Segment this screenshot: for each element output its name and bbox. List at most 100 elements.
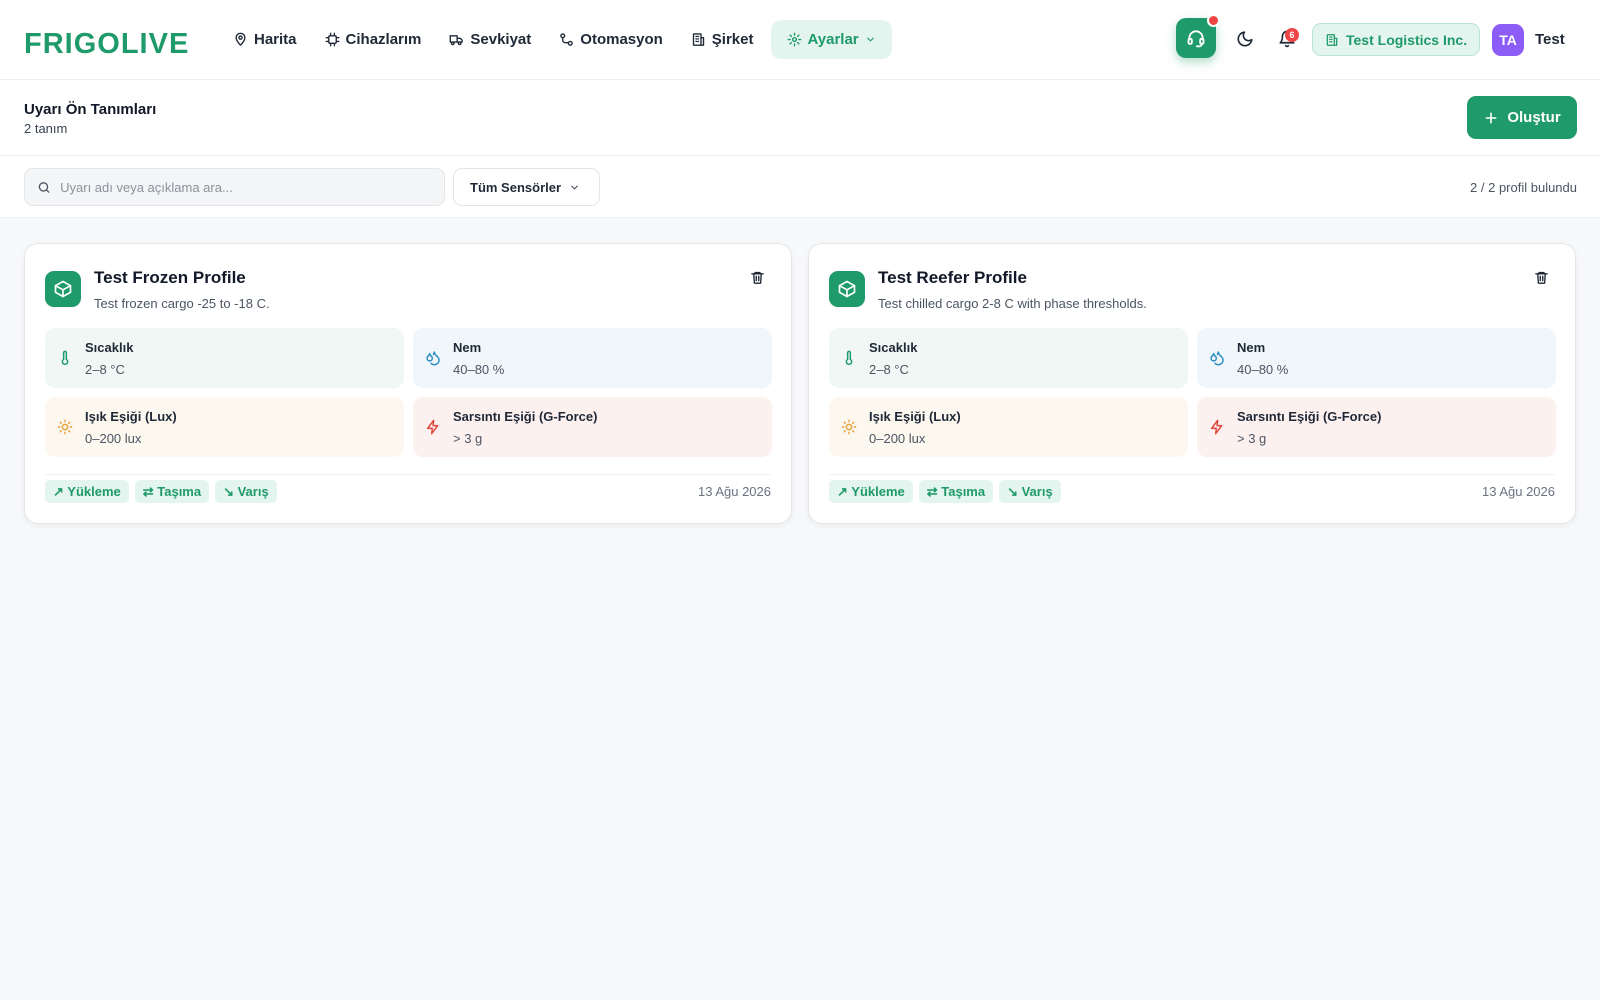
nav-label: Harita [254, 31, 297, 48]
plus-icon [1485, 112, 1497, 123]
nav-label: Cihazlarım [345, 31, 422, 48]
card-title: Test Reefer Profile [878, 268, 1027, 287]
nav-item-harita[interactable]: Harita [222, 20, 308, 59]
metric-value: 40–80 % [453, 362, 505, 377]
result-count: 2 / 2 profil bulundu [1470, 180, 1577, 195]
metric-label: Nem [453, 340, 482, 355]
create-button-label: Oluştur [1507, 109, 1561, 126]
sun-icon [57, 419, 73, 435]
search-input[interactable] [60, 179, 432, 195]
notification-badge: 6 [1285, 28, 1299, 42]
package-icon [45, 271, 81, 307]
nav-label: Otomasyon [580, 31, 663, 48]
nav-item-sirket[interactable]: Şirket [680, 20, 765, 59]
metric-tile-temperature: Sıcaklık 2–8 °C [829, 328, 1188, 388]
metric-label: Işık Eşiği (Lux) [85, 409, 177, 424]
droplets-icon [1210, 351, 1224, 366]
zap-icon [1210, 419, 1223, 435]
card-date: 13 Ağu 2026 [1481, 484, 1555, 499]
metric-value: > 3 g [453, 431, 483, 446]
metric-label: Işık Eşiği (Lux) [869, 409, 961, 424]
phase-tags: ↗ Yükleme ⇄ Taşıma ↘ Varış [45, 480, 277, 503]
card-description: Test frozen cargo -25 to -18 C. [94, 296, 270, 311]
metric-tile-temperature: Sıcaklık 2–8 °C [45, 328, 404, 388]
username[interactable]: Test [1535, 31, 1565, 48]
phase-tag-transit[interactable]: ⇄ Taşıma [918, 480, 994, 503]
profile-card[interactable]: Test Frozen Profile Test frozen cargo -2… [24, 243, 792, 524]
main-nav: Harita Cihazlarım Sevkiyat Otomasyon Şir… [222, 20, 892, 59]
phase-tag-arrival[interactable]: ↘ Varış [999, 480, 1061, 503]
frigolive-logo[interactable]: FRIGOLIVE [24, 22, 190, 58]
sensor-filter-select[interactable]: Tüm Sensörler [453, 168, 600, 206]
card-description: Test chilled cargo 2-8 C with phase thre… [878, 296, 1147, 311]
trash-icon[interactable] [1534, 270, 1549, 285]
chevron-down-icon [866, 37, 874, 42]
metric-value: 2–8 °C [869, 362, 909, 377]
zap-icon [426, 419, 439, 435]
metric-value: 40–80 % [1237, 362, 1289, 377]
metric-label: Nem [1237, 340, 1266, 355]
chevron-down-icon [571, 185, 578, 190]
gear-icon [787, 32, 801, 47]
metric-tile-shock: Sarsıntı Eşiği (G-Force) > 3 g [1197, 397, 1556, 457]
nav-item-ayarlar[interactable]: Ayarlar [770, 20, 892, 59]
nav-label: Sevkiyat [470, 31, 532, 48]
metric-label: Sıcaklık [869, 340, 918, 355]
chip-icon [325, 32, 339, 47]
metric-label: Sarsıntı Eşiği (G-Force) [453, 409, 598, 424]
metric-value: 2–8 °C [85, 362, 125, 377]
phase-tag-arrival[interactable]: ↘ Varış [215, 480, 277, 503]
thermometer-icon [61, 350, 69, 365]
moon-icon[interactable] [1236, 30, 1254, 48]
metric-tile-light: Işık Eşiği (Lux) 0–200 lux [45, 397, 404, 457]
workflow-icon [560, 33, 574, 46]
nav-item-sevkiyat[interactable]: Sevkiyat [438, 20, 542, 59]
svg-text:FRIGOLIVE: FRIGOLIVE [24, 28, 189, 58]
thermometer-icon [845, 350, 853, 365]
card-title: Test Frozen Profile [94, 268, 246, 287]
create-button[interactable]: Oluştur [1467, 96, 1577, 139]
phase-tag-transit[interactable]: ⇄ Taşıma [134, 480, 210, 503]
search-icon [38, 181, 50, 193]
filter-bar: Tüm Sensörler 2 / 2 profil bulundu [0, 156, 1600, 218]
trash-icon[interactable] [750, 270, 765, 285]
building-icon [1326, 33, 1338, 46]
droplets-icon [426, 351, 440, 366]
nav-item-otomasyon[interactable]: Otomasyon [548, 20, 674, 59]
map-pin-icon [235, 32, 246, 46]
support-indicator-dot [1207, 14, 1220, 27]
metric-label: Sıcaklık [85, 340, 134, 355]
card-divider [45, 474, 771, 475]
metric-tile-shock: Sarsıntı Eşiği (G-Force) > 3 g [413, 397, 772, 457]
card-divider [829, 474, 1555, 475]
sun-icon [841, 419, 857, 435]
metric-tile-humidity: Nem 40–80 % [1197, 328, 1556, 388]
metric-tile-humidity: Nem 40–80 % [413, 328, 772, 388]
sensor-filter-value: Tüm Sensörler [470, 179, 562, 195]
profile-card[interactable]: Test Reefer Profile Test chilled cargo 2… [808, 243, 1576, 524]
nav-label: Ayarlar [807, 31, 859, 48]
support-button[interactable] [1176, 14, 1220, 58]
building-icon [692, 33, 704, 46]
company-switcher[interactable]: Test Logistics Inc. [1312, 23, 1481, 56]
card-date: 13 Ağu 2026 [697, 484, 771, 499]
metric-tile-light: Işık Eşiği (Lux) 0–200 lux [829, 397, 1188, 457]
nav-label: Şirket [711, 31, 754, 48]
package-icon [829, 271, 865, 307]
phase-tag-loading[interactable]: ↗ Yükleme [829, 480, 913, 503]
avatar[interactable]: TA [1492, 24, 1524, 56]
page-header: Uyarı Ön Tanımları 2 tanım Oluştur [0, 80, 1600, 156]
page-subtitle: 2 tanım [24, 121, 68, 136]
nav-item-cihazlarim[interactable]: Cihazlarım [314, 20, 433, 59]
page-title: Uyarı Ön Tanımları [24, 101, 157, 118]
metric-value: > 3 g [1237, 431, 1267, 446]
metric-label: Sarsıntı Eşiği (G-Force) [1237, 409, 1382, 424]
truck-icon [449, 35, 464, 46]
metric-value: 0–200 lux [869, 431, 926, 446]
metric-value: 0–200 lux [85, 431, 142, 446]
headset-icon [1187, 30, 1205, 48]
top-navbar: FRIGOLIVE Harita Cihazlarım Sevkiyat Oto… [0, 0, 1600, 80]
search-box[interactable] [24, 168, 445, 206]
phase-tags: ↗ Yükleme ⇄ Taşıma ↘ Varış [829, 480, 1061, 503]
phase-tag-loading[interactable]: ↗ Yükleme [45, 480, 129, 503]
